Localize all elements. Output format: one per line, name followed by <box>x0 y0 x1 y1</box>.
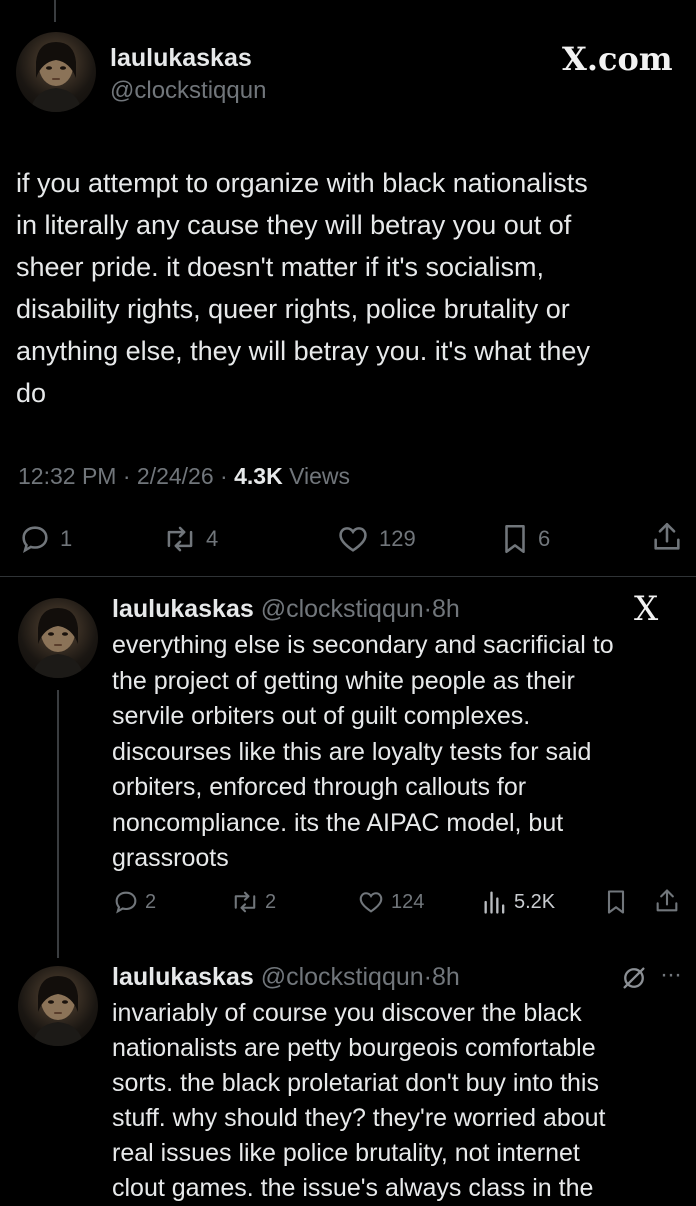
share-icon <box>656 889 678 912</box>
repost-button[interactable]: 2 <box>230 888 276 916</box>
meta-separator: · <box>220 463 228 489</box>
reply-header: laulukaskas @clockstiqqun·8h <box>112 594 460 624</box>
tweet-text: if you attempt to organize with black na… <box>16 162 691 414</box>
site-watermark: X.com <box>562 40 673 78</box>
reply-text: everything else is secondary and sacrifi… <box>112 628 692 877</box>
reply-text-line: invariably of course you discover the bl… <box>112 999 582 1027</box>
avatar-portrait-icon <box>32 976 84 1046</box>
reply-text-line: real issues like police brutality, not i… <box>112 1139 580 1167</box>
share-button[interactable] <box>653 887 681 915</box>
display-name[interactable]: laulukaskas <box>110 43 252 73</box>
header-separator: · <box>423 595 432 623</box>
repost-icon <box>167 526 193 552</box>
reply-text-line: sorts. the black proletariat don't buy i… <box>112 1069 599 1097</box>
thread-connector-top <box>54 0 56 22</box>
heart-icon <box>359 892 383 913</box>
avatar[interactable] <box>16 32 96 112</box>
tweet-text-line: if you attempt to organize with black na… <box>16 168 588 198</box>
display-name[interactable]: laulukaskas <box>112 595 254 623</box>
avatar[interactable] <box>18 598 98 678</box>
views-label: Views <box>289 463 351 489</box>
avatar-portrait-icon <box>30 42 82 112</box>
like-count: 124 <box>391 890 425 913</box>
reply-button[interactable]: 1 <box>18 522 72 556</box>
reply-text: invariably of course you discover the bl… <box>112 996 692 1206</box>
views-chart-icon <box>484 891 505 914</box>
reply-count: 2 <box>145 890 157 913</box>
tweet-date[interactable]: 2/24/26 <box>137 463 214 489</box>
reply-text-line: grassroots <box>112 844 229 872</box>
reply-icon <box>115 891 137 914</box>
heart-icon <box>339 527 367 552</box>
tweet-meta: 12:32 PM · 2/24/26 · 4.3K Views <box>18 462 350 490</box>
reply-text-line: clout games. the issue's always class in… <box>112 1174 594 1202</box>
like-button[interactable]: 124 <box>356 888 424 916</box>
thread-connector <box>57 690 59 958</box>
tweet-text-line: do <box>16 378 47 408</box>
bookmark-count: 6 <box>538 526 551 551</box>
views-count: 5.2K <box>514 890 556 913</box>
user-handle[interactable]: @clockstiqqun <box>261 963 424 991</box>
reply-text-line: orbiters, enforced through callouts for <box>112 773 527 801</box>
repost-button[interactable]: 4 <box>162 522 218 556</box>
bookmark-icon <box>607 890 625 914</box>
tweet-text-line: disability rights, queer rights, police … <box>16 294 570 324</box>
reply-button[interactable]: 2 <box>112 888 156 916</box>
reply-count: 1 <box>60 526 73 551</box>
tweet-text-line: in literally any cause they will betray … <box>16 210 572 240</box>
more-options-button[interactable]: ··· <box>660 960 682 990</box>
repost-count: 4 <box>206 526 219 551</box>
views-count: 4.3K <box>234 463 283 489</box>
reply-text-line: everything else is secondary and sacrifi… <box>112 631 614 659</box>
bookmark-button[interactable] <box>604 888 628 916</box>
divider <box>0 576 696 577</box>
reply-text-line: the project of getting white people as t… <box>112 666 575 695</box>
reply-icon <box>22 526 48 554</box>
tweet-text-line: anything else, they will betray you. it'… <box>16 336 590 366</box>
bookmark-icon <box>505 524 525 554</box>
reply-text-line: discourses like this are loyalty tests f… <box>112 737 592 766</box>
bookmark-button[interactable]: 6 <box>500 522 550 556</box>
like-button[interactable]: 129 <box>335 522 416 556</box>
share-button[interactable] <box>650 520 684 554</box>
reply-text-line: noncompliance. its the AIPAC model, but <box>112 808 564 837</box>
post-age[interactable]: 8h <box>432 595 460 623</box>
tweet-time[interactable]: 12:32 PM <box>18 463 116 489</box>
repost-count: 2 <box>265 890 277 913</box>
x-logo-icon: X <box>634 589 659 629</box>
repost-icon <box>234 891 256 913</box>
grok-icon[interactable] <box>620 964 648 997</box>
like-count: 129 <box>379 526 416 551</box>
avatar-portrait-icon <box>32 608 84 678</box>
post-age[interactable]: 8h <box>432 963 460 991</box>
user-handle[interactable]: @clockstiqqun <box>110 76 266 106</box>
display-name[interactable]: laulukaskas <box>112 963 254 991</box>
reply-header: laulukaskas @clockstiqqun·8h <box>112 962 460 992</box>
avatar[interactable] <box>18 966 98 1046</box>
meta-separator: · <box>122 463 131 489</box>
share-icon <box>654 522 680 550</box>
reply-text-line: nationalists are petty bourgeois comfort… <box>112 1034 596 1062</box>
reply-text-line: stuff. why should they? they're worried … <box>112 1104 606 1132</box>
tweet-text-line: sheer pride. it doesn't matter if it's s… <box>16 252 545 282</box>
views-button[interactable]: 5.2K <box>482 888 555 916</box>
header-separator: · <box>423 963 432 991</box>
user-handle[interactable]: @clockstiqqun <box>261 595 424 623</box>
reply-text-line: servile orbiters out of guilt complexes. <box>112 702 531 730</box>
